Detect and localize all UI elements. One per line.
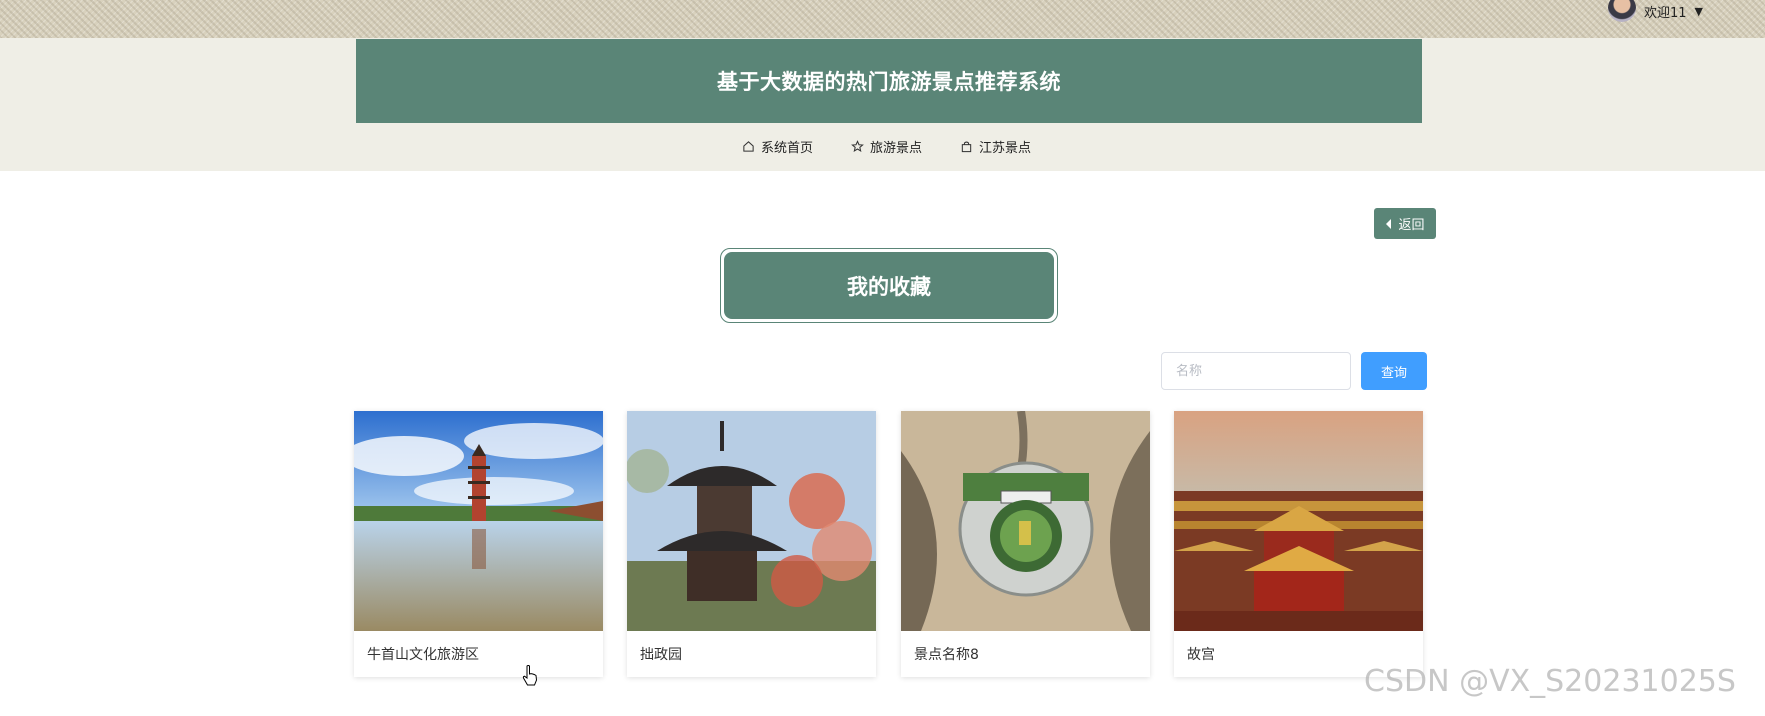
attraction-name[interactable]: 拙政园 (627, 631, 876, 677)
back-button-label: 返回 (1398, 218, 1425, 233)
attraction-name[interactable]: 景点名称8 (901, 631, 1150, 677)
star-icon (851, 140, 864, 153)
attraction-name[interactable]: 牛首山文化旅游区 (354, 631, 603, 677)
favorite-card[interactable]: 故宫 (1174, 411, 1423, 677)
query-button[interactable]: 查询 (1361, 352, 1427, 390)
search-input[interactable] (1161, 352, 1351, 390)
attraction-image[interactable] (901, 411, 1150, 631)
nav-item-label: 系统首页 (761, 141, 814, 156)
favorite-card[interactable]: 牛首山文化旅游区 (354, 411, 603, 677)
favorite-card[interactable]: 拙政园 (627, 411, 876, 677)
avatar[interactable] (1607, 0, 1636, 22)
attraction-image[interactable] (627, 411, 876, 631)
caret-down-icon[interactable]: ▼ (1695, 5, 1703, 18)
home-icon (743, 141, 754, 152)
bag-icon (961, 141, 972, 153)
nav-item-label: 江苏景点 (979, 141, 1032, 156)
attraction-image[interactable] (1174, 411, 1423, 631)
attraction-image[interactable] (354, 411, 603, 631)
caret-left-icon (1386, 218, 1392, 229)
section-title: 我的收藏 (724, 252, 1054, 319)
nav-item-label: 旅游景点 (870, 141, 923, 156)
hand-cursor-icon (522, 665, 538, 686)
site-title: 基于大数据的热门旅游景点推荐系统 (356, 39, 1422, 123)
user-greeting[interactable]: 欢迎11 (1644, 2, 1687, 21)
top-bar: 欢迎11 ▼ (0, 0, 1765, 38)
nav-item-jiangsu[interactable]: 江苏景点 (960, 137, 1031, 156)
nav-item-home[interactable]: 系统首页 (742, 137, 813, 156)
user-menu[interactable]: 欢迎11 ▼ (1607, 0, 1703, 22)
nav-item-attractions[interactable]: 旅游景点 (851, 137, 922, 156)
main-nav: 系统首页 旅游景点 江苏景点 (742, 137, 1031, 156)
back-button[interactable]: 返回 (1374, 208, 1436, 239)
watermark: CSDN @VX_S20231025S (1364, 664, 1736, 699)
favorite-card[interactable]: 景点名称8 (901, 411, 1150, 677)
